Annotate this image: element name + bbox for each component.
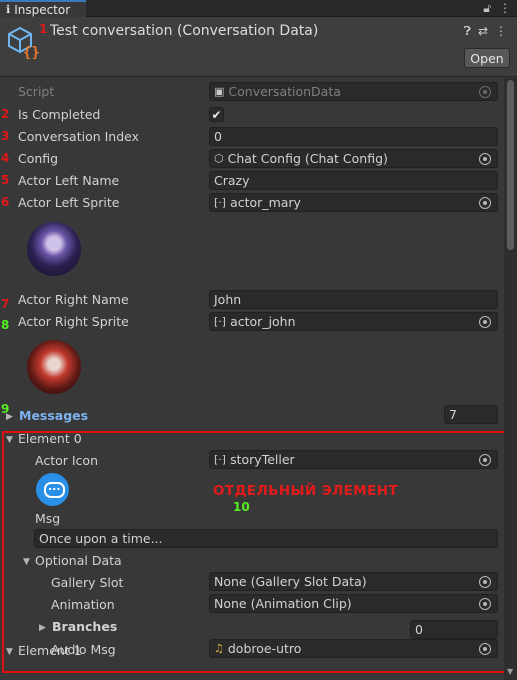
foldout-arrow-icon[interactable]: ▶ bbox=[6, 412, 13, 422]
actor-left-name-row: Actor Left Name Crazy bbox=[0, 170, 504, 192]
actor-right-name-value: John bbox=[214, 292, 242, 307]
kebab-menu-icon[interactable]: ⋮ bbox=[495, 24, 507, 39]
annotation-highlight-box bbox=[2, 431, 512, 673]
conversation-index-row: Conversation Index 0 bbox=[0, 126, 504, 148]
actor-right-sprite-row: Actor Right Sprite ⁅·⁆ actor_john bbox=[0, 311, 504, 333]
object-picker-icon[interactable] bbox=[479, 316, 491, 328]
script-file-icon: ▣ bbox=[214, 85, 225, 98]
actor-left-sprite-field[interactable]: ⁅·⁆ actor_mary bbox=[209, 193, 498, 212]
sprite-icon: ⁅·⁆ bbox=[214, 196, 227, 209]
actor-right-sprite-value: actor_john bbox=[230, 314, 296, 329]
svg-text:{}: {} bbox=[23, 45, 40, 59]
scriptable-object-icon: ⬡ bbox=[214, 152, 224, 165]
script-field: ▣ ConversationData bbox=[209, 82, 498, 101]
sprite-icon: ⁅·⁆ bbox=[214, 315, 227, 328]
presets-icon[interactable]: ⇄ bbox=[478, 24, 488, 39]
actor-left-sprite-row: Actor Left Sprite ⁅·⁆ actor_mary bbox=[0, 192, 504, 214]
object-picker-icon bbox=[479, 86, 491, 98]
conversation-index-value: 0 bbox=[214, 129, 222, 144]
tab-label: Inspector bbox=[14, 2, 71, 17]
lock-icon[interactable]: 🔓︎ bbox=[483, 1, 491, 16]
help-icon[interactable]: ❓︎ bbox=[464, 24, 471, 39]
config-row: Config ⬡ Chat Config (Chat Config) bbox=[0, 148, 504, 170]
conversation-index-label: Conversation Index bbox=[18, 129, 140, 144]
actor-left-name-input[interactable]: Crazy bbox=[209, 171, 498, 190]
page-title: Test conversation (Conversation Data) bbox=[50, 23, 319, 39]
actor-left-name-label: Actor Left Name bbox=[18, 173, 120, 188]
actor-left-sprite-preview bbox=[27, 222, 81, 276]
object-picker-icon[interactable] bbox=[479, 153, 491, 165]
window-tab-bar: ℹ Inspector 🔓︎ ⋮ bbox=[0, 0, 517, 17]
scrollbar-thumb[interactable] bbox=[507, 80, 514, 250]
tab-controls: 🔓︎ ⋮ bbox=[483, 1, 511, 16]
actor-right-sprite-field[interactable]: ⁅·⁆ actor_john bbox=[209, 312, 498, 331]
script-row: Script ▣ ConversationData bbox=[0, 81, 504, 103]
actor-left-sprite-label: Actor Left Sprite bbox=[18, 195, 120, 210]
object-picker-icon[interactable] bbox=[479, 197, 491, 209]
scriptable-object-icon: {} bbox=[8, 26, 40, 59]
scroll-down-arrow-icon[interactable]: ▼ bbox=[507, 667, 513, 676]
header-tools: ❓︎ ⇄ ⋮ bbox=[464, 24, 507, 39]
checkmark-icon: ✔ bbox=[211, 107, 222, 122]
config-object-field[interactable]: ⬡ Chat Config (Chat Config) bbox=[209, 149, 498, 168]
inspector-header: {} 1 Test conversation (Conversation Dat… bbox=[0, 17, 517, 77]
actor-right-sprite-label: Actor Right Sprite bbox=[18, 314, 129, 329]
script-label: Script bbox=[18, 84, 55, 99]
actor-right-name-input[interactable]: John bbox=[209, 290, 498, 309]
annotation-number: 1 bbox=[39, 22, 48, 36]
messages-count: 7 bbox=[449, 407, 457, 422]
is-completed-row: Is Completed ✔ bbox=[0, 104, 504, 126]
vertical-scrollbar[interactable]: ▼ bbox=[504, 78, 517, 680]
config-value: Chat Config (Chat Config) bbox=[227, 151, 388, 166]
open-button[interactable]: Open bbox=[464, 48, 510, 68]
actor-left-name-value: Crazy bbox=[214, 173, 250, 188]
kebab-menu-icon[interactable]: ⋮ bbox=[499, 1, 511, 16]
actor-right-sprite-preview bbox=[27, 340, 81, 394]
messages-foldout-label[interactable]: Messages bbox=[19, 408, 88, 423]
is-completed-label: Is Completed bbox=[18, 107, 101, 122]
actor-left-sprite-value: actor_mary bbox=[230, 195, 301, 210]
tab-inspector[interactable]: ℹ Inspector bbox=[0, 0, 86, 17]
conversation-index-input[interactable]: 0 bbox=[209, 127, 498, 146]
actor-right-name-label: Actor Right Name bbox=[18, 292, 129, 307]
messages-size-input[interactable]: 7 bbox=[444, 405, 498, 424]
config-label: Config bbox=[18, 151, 59, 166]
script-value: ConversationData bbox=[228, 84, 341, 99]
info-icon: ℹ bbox=[6, 3, 11, 16]
is-completed-checkbox[interactable]: ✔ bbox=[209, 107, 224, 122]
actor-right-name-row: Actor Right Name John bbox=[0, 289, 504, 311]
